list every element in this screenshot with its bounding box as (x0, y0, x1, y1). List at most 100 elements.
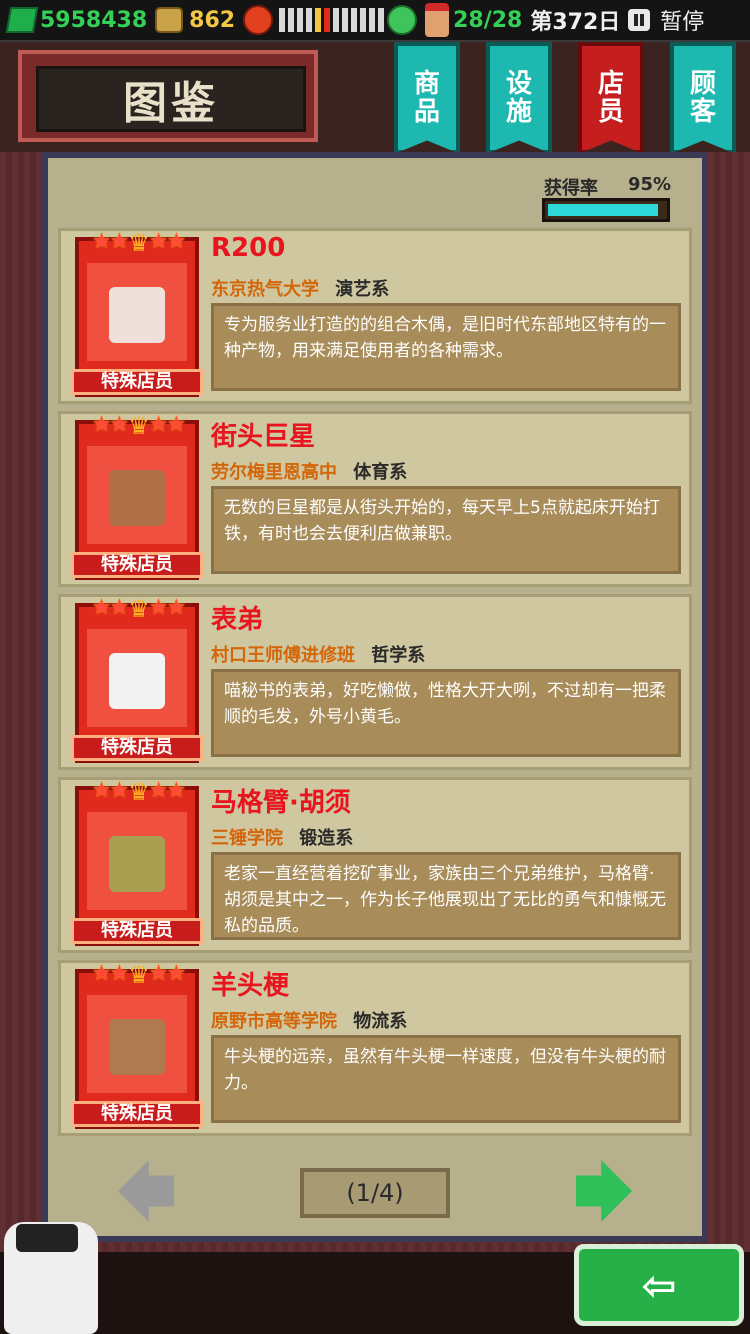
star-icon: ★ (166, 961, 187, 986)
staff-portrait: ★ ★ ♛ ★ ★ 特殊店员 (71, 595, 203, 763)
collection-rate-bar (542, 198, 670, 222)
rating-stars: ★ ★ ♛ ★ ★ (77, 778, 201, 806)
status-bar: 5958438 862 28/28 第372日 暂停 (0, 0, 750, 42)
staff-school-line: 劳尔梅里恩高中 体育系 (211, 458, 407, 484)
staff-portrait: ★ ★ ♛ ★ ★ 特殊店员 (71, 961, 203, 1129)
mood-meter (243, 5, 418, 35)
staff-type-badge: 特殊店员 (71, 552, 203, 578)
staff-name: 表弟 (211, 605, 264, 635)
cash-icon (5, 7, 39, 33)
money-value: 5958438 (40, 7, 148, 33)
angry-face-icon (243, 5, 274, 35)
collection-rate-fill (548, 204, 659, 216)
character-face-icon (109, 1019, 165, 1075)
staff-school: 劳尔梅里恩高中 (211, 462, 337, 483)
staff-name: R200 (211, 233, 286, 263)
staff-icon (425, 3, 450, 37)
coin-value: 862 (189, 7, 236, 33)
staff-description: 喵秘书的表弟，好吃懒做，性格大开大咧，不过却有一把柔顺的毛发，外号小黄毛。 (211, 669, 681, 757)
staff-school: 原野市高等学院 (211, 1011, 337, 1032)
staff-school-line: 原野市高等学院 物流系 (211, 1007, 407, 1033)
star-icon: ★ (109, 595, 130, 620)
coin-icon (155, 7, 184, 33)
mood-bar (279, 8, 387, 32)
staff-type-badge: 特殊店员 (71, 918, 203, 944)
staff-description: 牛头梗的远亲，虽然有牛头梗一样速度，但没有牛头梗的耐力。 (211, 1035, 681, 1123)
pause-label: 暂停 (660, 10, 705, 35)
cat-hat-icon (16, 1224, 78, 1252)
staff-description: 无数的巨星都是从街头开始的，每天早上5点就起床开始打铁，有时也会去便利店做兼职。 (211, 486, 681, 574)
staff-school-line: 三锤学院 锻造系 (211, 824, 353, 850)
day-display: 第372日 (530, 4, 620, 36)
character-face-icon (109, 836, 165, 892)
staff-department: 物流系 (353, 1011, 408, 1032)
portrait-background (87, 812, 187, 910)
back-button[interactable]: ⇦ (574, 1244, 744, 1326)
rating-stars: ★ ★ ♛ ★ ★ (77, 229, 201, 257)
staff-portrait: ★ ★ ♛ ★ ★ 特殊店员 (71, 229, 203, 397)
star-icon: ★ (166, 778, 187, 803)
page-title: 图鉴 (36, 66, 306, 132)
staff-school: 东京热气大学 (211, 279, 319, 300)
character-face-icon (109, 287, 165, 343)
day-value: 第372日 (530, 10, 621, 35)
staff-count: 28/28 (453, 7, 523, 33)
portrait-background (87, 995, 187, 1093)
staff-school: 村口王师傅进修班 (211, 645, 355, 666)
portrait-background (87, 446, 187, 544)
staff-department: 哲学系 (371, 645, 426, 666)
happy-face-icon (387, 5, 418, 35)
star-icon: ★ (109, 778, 130, 803)
staff-department: 锻造系 (299, 828, 354, 849)
star-icon: ★ (166, 412, 187, 437)
collection-rate-label: 获得率 (544, 178, 598, 199)
tab-facilities[interactable]: 设 施 (486, 42, 552, 154)
character-face-icon (109, 653, 165, 709)
crown-icon: ♛ (128, 229, 150, 257)
crown-icon: ♛ (128, 595, 150, 623)
staff-name: 羊头梗 (211, 971, 290, 1001)
pause-icon (628, 9, 651, 31)
portrait-background (87, 629, 187, 727)
star-icon: ★ (109, 229, 130, 254)
rating-stars: ★ ★ ♛ ★ ★ (77, 961, 201, 989)
staff-department: 体育系 (353, 462, 408, 483)
staff-description: 专为服务业打造的的组合木偶，是旧时代东部地区特有的一种产物，用来满足使用者的各种… (211, 303, 681, 391)
money-display: 5958438 (5, 7, 148, 33)
coin-display: 862 (155, 7, 235, 33)
staff-card[interactable]: ★ ★ ♛ ★ ★ 特殊店员 街头巨星 劳尔梅里恩高中 体育系 无数的巨星都是从… (58, 411, 692, 587)
page-indicator: (1/4) (300, 1168, 450, 1218)
tab-staff[interactable]: 店 员 (578, 42, 644, 154)
staff-description: 老家一直经营着挖矿事业，家族由三个兄弟维护，马格臂·胡须是其中之一，作为长子他展… (211, 852, 681, 940)
staff-type-badge: 特殊店员 (71, 735, 203, 761)
staff-card[interactable]: ★ ★ ♛ ★ ★ 特殊店员 马格臂·胡须 三锤学院 锻造系 老家一直经营着挖矿… (58, 777, 692, 953)
staff-card[interactable]: ★ ★ ♛ ★ ★ 特殊店员 表弟 村口王师傅进修班 哲学系 喵秘书的表弟，好吃… (58, 594, 692, 770)
staff-type-badge: 特殊店员 (71, 1101, 203, 1127)
staff-display: 28/28 (425, 3, 522, 37)
crown-icon: ♛ (128, 778, 150, 806)
staff-portrait: ★ ★ ♛ ★ ★ 特殊店员 (71, 412, 203, 580)
tab-customers[interactable]: 顾 客 (670, 42, 736, 154)
tab-goods[interactable]: 商 品 (394, 42, 460, 154)
staff-type-badge: 特殊店员 (71, 369, 203, 395)
staff-school-line: 东京热气大学 演艺系 (211, 275, 389, 301)
pause-button[interactable]: 暂停 (628, 4, 704, 36)
star-icon: ★ (166, 595, 187, 620)
staff-name: 马格臂·胡须 (211, 788, 351, 818)
header: 图鉴 商 品 设 施 店 员 顾 客 (0, 42, 750, 154)
rating-stars: ★ ★ ♛ ★ ★ (77, 412, 201, 440)
star-icon: ★ (166, 229, 187, 254)
staff-portrait: ★ ★ ♛ ★ ★ 特殊店员 (71, 778, 203, 946)
star-icon: ★ (109, 961, 130, 986)
rating-stars: ★ ★ ♛ ★ ★ (77, 595, 201, 623)
portrait-background (87, 263, 187, 361)
staff-school: 三锤学院 (211, 828, 283, 849)
staff-card[interactable]: ★ ★ ♛ ★ ★ 特殊店员 R200 东京热气大学 演艺系 专为服务业打造的的… (58, 228, 692, 404)
back-arrow-icon: ⇦ (641, 1260, 677, 1310)
staff-department: 演艺系 (335, 279, 390, 300)
staff-school-line: 村口王师傅进修班 哲学系 (211, 641, 425, 667)
crown-icon: ♛ (128, 412, 150, 440)
staff-card[interactable]: ★ ★ ♛ ★ ★ 特殊店员 羊头梗 原野市高等学院 物流系 牛头梗的远亲，虽然… (58, 960, 692, 1136)
collection-rate-value: 95% (628, 174, 672, 195)
staff-name: 街头巨星 (211, 422, 316, 452)
